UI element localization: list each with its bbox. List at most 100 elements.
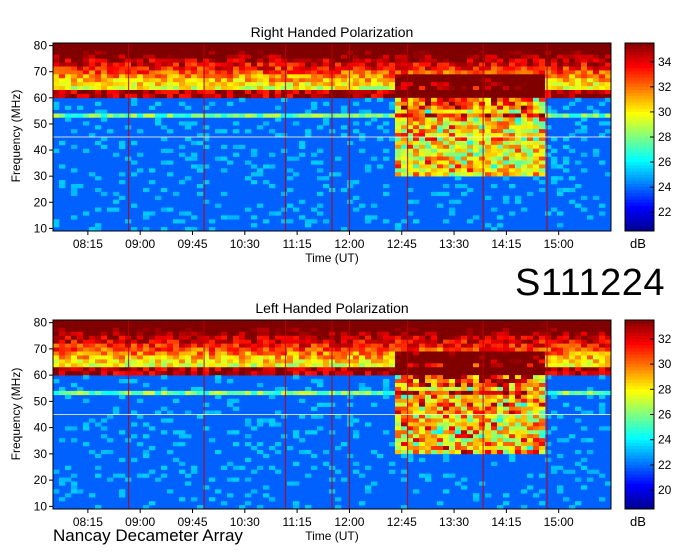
spectrogram-cell xyxy=(419,97,426,103)
spectrogram-cell xyxy=(71,347,78,352)
spectrogram-cell xyxy=(119,74,126,79)
spectrogram-cell xyxy=(179,86,186,91)
spectrogram-cell xyxy=(443,129,450,134)
spectrogram-cell xyxy=(245,129,252,134)
spectrogram-cell xyxy=(335,446,342,451)
spectrogram-cell xyxy=(77,66,84,71)
spectrogram-cell xyxy=(419,172,426,177)
spectrogram-cell xyxy=(317,383,324,388)
spectrogram-cell xyxy=(533,426,540,431)
spectrogram-cell xyxy=(521,343,528,348)
spectrogram-cell xyxy=(461,74,468,79)
spectrogram-cell xyxy=(245,70,252,75)
spectrogram-cell xyxy=(101,426,108,431)
spectrogram-cell xyxy=(491,320,498,325)
spectrogram-cell xyxy=(527,93,534,99)
spectrogram-cell xyxy=(497,66,504,71)
spectrogram-cell xyxy=(545,86,552,91)
spectrogram-cell xyxy=(317,371,324,376)
spectrogram-cell xyxy=(215,82,222,87)
spectrogram-cell xyxy=(437,109,444,114)
spectrogram-cell xyxy=(431,434,438,439)
spectrogram-cell xyxy=(155,323,162,329)
spectrogram-cell xyxy=(491,414,498,419)
spectrogram-cell xyxy=(443,101,450,106)
y-tick-label: 20 xyxy=(34,473,48,487)
spectrogram-cell xyxy=(281,367,288,372)
spectrogram-cell xyxy=(71,168,78,173)
spectrogram-cell xyxy=(311,90,318,95)
spectrogram-cell xyxy=(497,375,504,380)
spectrogram-cell xyxy=(287,203,294,208)
spectrogram-cell xyxy=(575,121,582,126)
spectrogram-cell xyxy=(365,70,372,75)
spectrogram-cell xyxy=(299,46,306,52)
spectrogram-cell xyxy=(419,109,426,114)
spectrogram-cell xyxy=(443,367,450,372)
spectrogram-cell xyxy=(341,105,348,110)
spectrogram-cell xyxy=(143,54,150,59)
spectrogram-cell xyxy=(497,414,504,419)
spectrogram-cell xyxy=(413,113,420,118)
spectrogram-cell xyxy=(581,50,588,56)
spectrogram-cell xyxy=(419,414,426,419)
spectrogram-cell xyxy=(509,414,516,419)
spectrogram-cell xyxy=(479,54,486,59)
spectrogram-cell xyxy=(527,323,534,329)
spectrogram-cell xyxy=(287,70,294,75)
spectrogram-cell xyxy=(113,43,120,48)
spectrogram-cell xyxy=(455,351,462,356)
spectrogram-cell xyxy=(119,394,126,400)
spectrogram-cell xyxy=(335,359,342,364)
spectrogram-cell xyxy=(245,327,252,333)
spectrogram-cell xyxy=(347,367,354,372)
spectrogram-cell xyxy=(389,90,396,95)
colorbar-segment xyxy=(625,187,654,191)
spectrogram-cell xyxy=(149,58,156,63)
spectrogram-cell xyxy=(449,137,456,142)
spectrogram-cell xyxy=(443,379,450,384)
spectrogram-cell xyxy=(605,86,612,91)
spectrogram-cell xyxy=(95,323,102,329)
spectrogram-cell xyxy=(323,121,330,126)
y-tick-label: 20 xyxy=(34,195,48,209)
spectrogram-cell xyxy=(395,398,402,403)
spectrogram-cell xyxy=(155,90,162,95)
spectrogram-cell xyxy=(461,477,468,482)
spectrogram-cell xyxy=(575,363,582,368)
spectrogram-cell xyxy=(491,418,498,423)
spectrogram-cell xyxy=(389,74,396,79)
spectrogram-cell xyxy=(413,446,420,451)
spectrogram-cell xyxy=(485,493,492,498)
spectrogram-cell xyxy=(587,105,594,110)
spectrogram-cell xyxy=(485,438,492,443)
spectrogram-cell xyxy=(83,113,90,118)
spectrogram-cell xyxy=(65,394,72,400)
spectrogram-cell xyxy=(509,327,516,333)
spectrogram-cell xyxy=(551,46,558,52)
spectrogram-cell xyxy=(389,70,396,75)
spectrogram-cell xyxy=(521,121,528,126)
spectrogram-cell xyxy=(413,434,420,439)
spectrogram-cell xyxy=(287,187,294,193)
spectrogram-cell xyxy=(443,398,450,403)
colorbar-segment xyxy=(625,168,654,172)
spectrogram-cell xyxy=(581,152,588,157)
spectrogram-cell xyxy=(347,113,354,118)
y-tick-label: 70 xyxy=(34,65,48,79)
spectrogram-cell xyxy=(557,82,564,87)
spectrogram-cell xyxy=(437,327,444,333)
spectrogram-cell xyxy=(173,113,180,118)
spectrogram-cell xyxy=(371,113,378,118)
spectrogram-cell xyxy=(509,386,516,392)
spectrogram-cell xyxy=(581,90,588,95)
spectrogram-cell xyxy=(461,121,468,126)
spectrogram-cell xyxy=(143,58,150,63)
spectrogram-cell xyxy=(197,46,204,52)
spectrogram-cell xyxy=(53,355,60,360)
spectrogram-cell xyxy=(113,320,120,325)
spectrogram-cell xyxy=(497,383,504,388)
spectrogram-cell xyxy=(305,390,312,396)
spectrogram-cell xyxy=(83,70,90,75)
spectrogram-cell xyxy=(83,54,90,59)
